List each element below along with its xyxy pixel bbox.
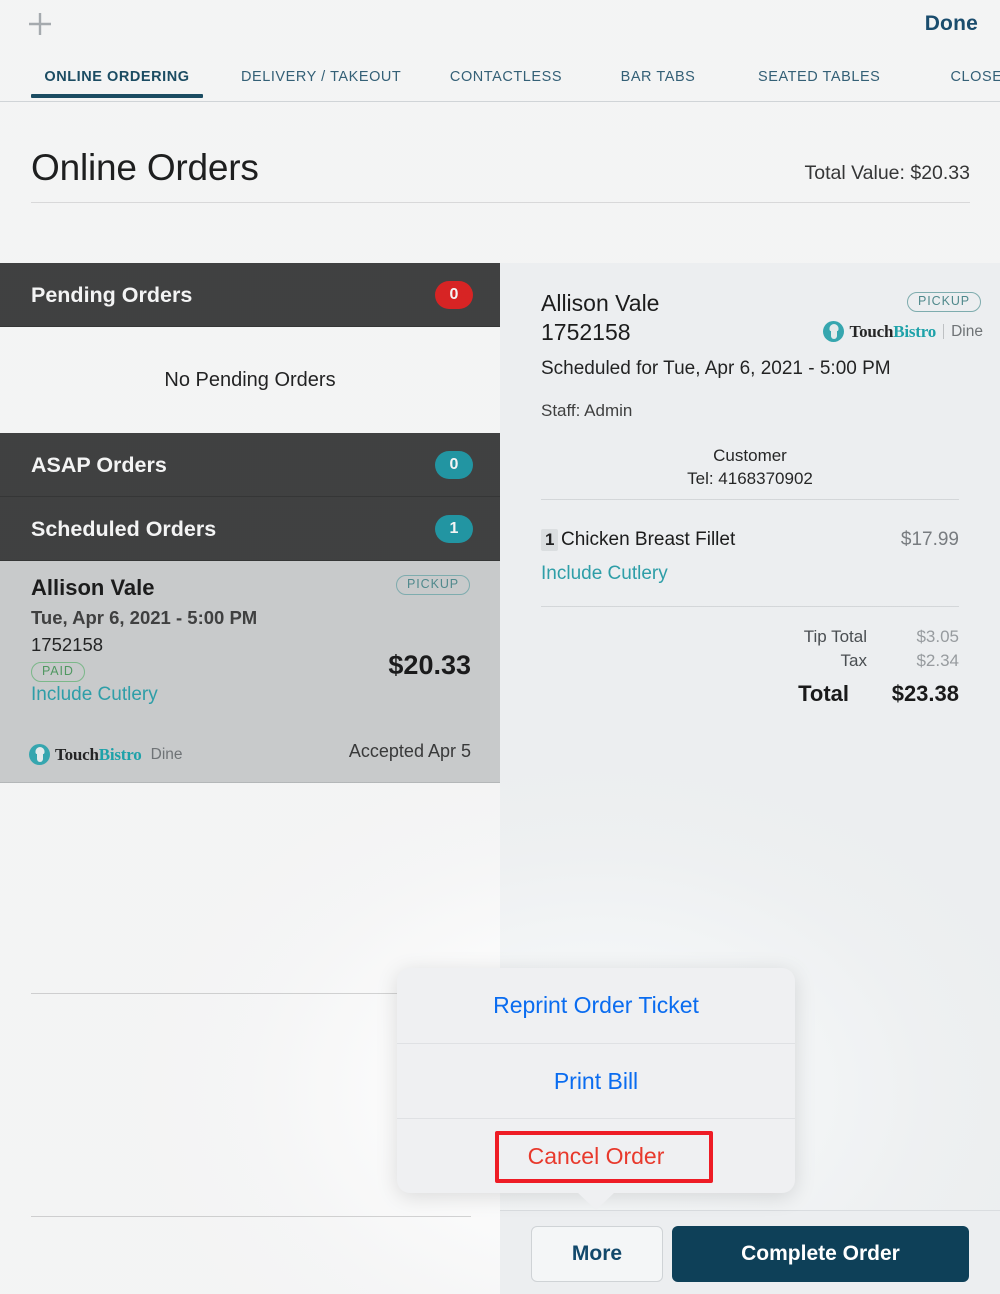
tax-label: Tax	[840, 651, 867, 670]
logo-divider	[943, 324, 945, 339]
line-item-price: $17.99	[900, 529, 959, 550]
page-header: Online Orders Total Value: $20.33	[0, 102, 1000, 263]
order-scheduled-time: Tue, Apr 6, 2021 - 5:00 PM	[31, 607, 258, 628]
page-title: Online Orders	[31, 147, 259, 188]
grand-total-label: Total	[798, 681, 849, 706]
customer-label: Customer	[713, 446, 787, 465]
order-customer-name: Allison Vale	[31, 575, 155, 600]
popover-item-print-bill[interactable]: Print Bill	[397, 1043, 795, 1118]
order-accepted-time: Accepted Apr 5	[348, 741, 471, 761]
sidebar-section-scheduled[interactable]: Scheduled Orders 1	[0, 497, 500, 561]
tab-bar-tabs[interactable]: BAR TABS	[620, 55, 696, 101]
tab-contactless[interactable]: CONTACTLESS	[449, 55, 563, 101]
scheduled-count-badge: 1	[435, 515, 473, 543]
popover-tail	[577, 1192, 615, 1210]
total-value-label: Total Value: $20.33	[804, 162, 970, 184]
brand-first: Touch	[55, 744, 99, 764]
sidebar-section-label: Pending Orders	[31, 283, 193, 307]
order-modifier: Include Cutlery	[31, 684, 158, 705]
tab-closed[interactable]: CLOSED	[932, 55, 1000, 101]
active-tab-underline	[31, 94, 203, 98]
tab-online-ordering[interactable]: ONLINE ORDERING	[31, 55, 203, 101]
header-divider	[31, 202, 970, 203]
sidebar-section-pending[interactable]: Pending Orders 0	[0, 263, 500, 327]
tab-bar: ONLINE ORDERING DELIVERY / TAKEOUT CONTACT…	[0, 55, 1000, 102]
tab-label: CONTACTLESS	[449, 69, 563, 85]
detail-customer-name: Allison Vale	[541, 290, 660, 316]
detail-scheduled-text: Scheduled for Tue, Apr 6, 2021 - 5:00 PM	[541, 358, 891, 379]
tab-delivery-takeout[interactable]: DELIVERY / TAKEOUT	[241, 55, 402, 101]
grand-total-value: $23.38	[891, 681, 959, 706]
tip-total-value: $3.05	[916, 627, 959, 646]
pending-empty-state: No Pending Orders	[0, 327, 500, 433]
detail-pickup-badge: PICKUP	[907, 292, 981, 312]
paid-badge: PAID	[31, 662, 85, 682]
brand-first: Touch	[849, 321, 894, 341]
tab-label: DELIVERY / TAKEOUT	[241, 69, 402, 85]
complete-order-button[interactable]: Complete Order	[672, 1226, 969, 1282]
add-order-button[interactable]	[22, 6, 58, 42]
line-item-name: Chicken Breast Fillet	[561, 529, 736, 550]
tip-total-label: Tip Total	[803, 627, 867, 646]
line-item-qty: 1	[541, 529, 559, 551]
detail-customer-block: Customer Tel: 4168370902	[541, 445, 959, 491]
order-action-bar: More Complete Order	[500, 1210, 1000, 1294]
more-actions-popover: Reprint Order Ticket Print Bill Cancel Ord…	[397, 968, 795, 1210]
done-button[interactable]: Done	[925, 6, 978, 42]
detail-order-number: 1752158	[541, 319, 631, 345]
sidebar-section-label: ASAP Orders	[31, 453, 167, 477]
touchbistro-mark-icon	[29, 744, 50, 765]
touchbistro-mark-icon	[823, 321, 845, 342]
tab-label: SEATED TABLES	[758, 69, 881, 85]
order-price: $20.33	[388, 650, 471, 680]
tab-label: CLOSED	[950, 69, 1000, 85]
product-label: Dine	[150, 745, 183, 763]
detail-divider-top	[541, 499, 959, 500]
order-number: 1752158	[31, 634, 104, 655]
online-ordering-screen: Done ONLINE ORDERING DELIVERY / TAKEOUT CO…	[0, 0, 1000, 1294]
tab-label: BAR TABS	[620, 69, 696, 85]
pending-empty-text: No Pending Orders	[164, 369, 336, 391]
plus-icon	[22, 6, 58, 42]
pickup-badge: PICKUP	[396, 575, 470, 595]
detail-touchbistro-logo: TouchBistro Dine	[823, 321, 983, 342]
pickup-badge-label: PICKUP	[396, 575, 470, 595]
detail-pickup-badge-label: PICKUP	[907, 292, 981, 312]
order-list-item[interactable]: Allison Vale Tue, Apr 6, 2021 - 5:00 PM …	[0, 561, 500, 783]
touchbistro-logo: TouchBistro Dine	[29, 744, 183, 765]
tab-seated-tables[interactable]: SEATED TABLES	[758, 55, 880, 101]
brand-second: Bistro	[893, 321, 937, 341]
line-item-modifier: Include Cutlery	[541, 563, 668, 584]
detail-divider-bottom	[541, 606, 959, 607]
customer-tel: Tel: 4168370902	[687, 468, 813, 488]
asap-count-badge: 0	[435, 451, 473, 479]
pending-count-badge: 0	[435, 281, 473, 309]
touchbistro-wordmark: TouchBistro	[849, 322, 936, 342]
popover-item-reprint-order-ticket[interactable]: Reprint Order Ticket	[397, 968, 795, 1043]
brand-second: Bistro	[98, 744, 142, 764]
tax-value: $2.34	[916, 651, 959, 670]
top-bar: Done	[0, 0, 1000, 55]
touchbistro-wordmark: TouchBistro	[55, 745, 142, 765]
tab-label: ONLINE ORDERING	[44, 69, 190, 85]
sidebar-section-asap[interactable]: ASAP Orders 0	[0, 433, 500, 497]
paid-badge-label: PAID	[31, 662, 85, 682]
more-button[interactable]: More	[531, 1226, 663, 1282]
sidebar-section-label: Scheduled Orders	[31, 517, 217, 541]
popover-item-cancel-order[interactable]: Cancel Order	[397, 1118, 795, 1193]
detail-staff-text: Staff: Admin	[541, 401, 633, 420]
detail-product-label: Dine	[951, 322, 983, 340]
sidebar-faint-divider	[31, 1216, 471, 1217]
